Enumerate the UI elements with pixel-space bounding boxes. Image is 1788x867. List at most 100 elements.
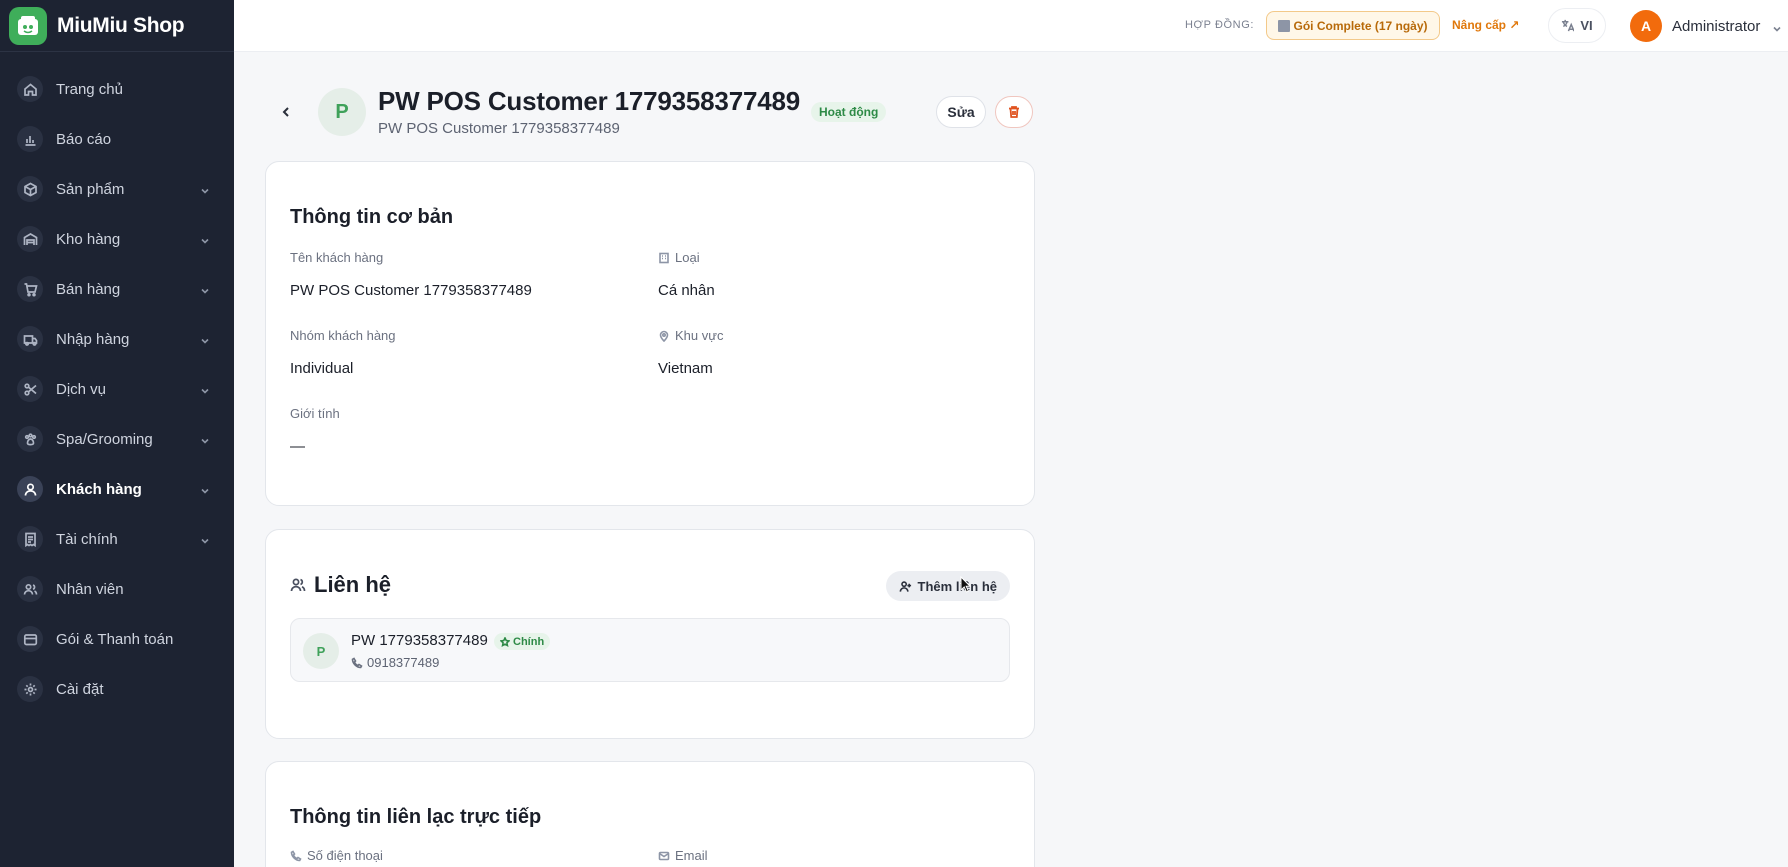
chevron-down-icon bbox=[200, 383, 210, 394]
chevron-down-icon bbox=[200, 533, 210, 544]
sidebar-item-user-group[interactable]: Nhân viên bbox=[12, 568, 222, 610]
chevron-down-icon bbox=[200, 283, 210, 294]
brand-logo-icon bbox=[9, 6, 47, 45]
back-button[interactable] bbox=[276, 100, 296, 124]
email-label: Email bbox=[658, 848, 708, 863]
chevron-down-icon bbox=[200, 433, 210, 444]
sidebar-item-label: Nhân viên bbox=[56, 580, 124, 598]
region-value: Vietnam bbox=[658, 360, 713, 377]
phone-icon bbox=[351, 656, 363, 668]
customer-type-value: Cá nhân bbox=[658, 282, 715, 299]
contacts-card: Liên hệ Thêm liên hệ P PW 1779358377489 … bbox=[265, 529, 1035, 739]
building-icon bbox=[1278, 19, 1291, 32]
list-item[interactable]: P PW 1779358377489 Chính 0918377489 bbox=[290, 618, 1010, 682]
warehouse-icon bbox=[17, 226, 43, 252]
contact-name: PW 1779358377489 bbox=[351, 632, 488, 649]
phone-label: Số điện thoại bbox=[290, 848, 383, 863]
gear-icon bbox=[17, 676, 43, 702]
avatar: A bbox=[1630, 10, 1662, 42]
contract-label: HỢP ĐỒNG: bbox=[1185, 19, 1255, 31]
receipt-icon bbox=[17, 526, 43, 552]
plan-badge[interactable]: Gói Complete (17 ngày) bbox=[1266, 11, 1440, 40]
topbar: HỢP ĐỒNG: Gói Complete (17 ngày) Nâng cấ… bbox=[234, 0, 1788, 52]
gender-value: — bbox=[290, 438, 305, 455]
users-icon bbox=[290, 578, 306, 592]
chevron-down-icon bbox=[200, 183, 210, 194]
sidebar-item-truck[interactable]: Nhập hàng bbox=[12, 318, 222, 360]
chevron-down-icon bbox=[200, 333, 210, 344]
users-icon bbox=[17, 476, 43, 502]
language-button[interactable]: VI bbox=[1548, 8, 1606, 43]
region-label: Khu vực bbox=[658, 328, 723, 343]
brand-name: MiuMiu Shop bbox=[57, 13, 185, 37]
add-contact-button[interactable]: Thêm liên hệ bbox=[885, 571, 1010, 601]
sidebar-item-label: Sản phẩm bbox=[56, 180, 125, 198]
basic-info-title: Thông tin cơ bản bbox=[290, 206, 454, 228]
customer-type-label: Loại bbox=[658, 250, 700, 265]
sidebar: MiuMiu Shop Trang chủ Báo cáo Sản phẩm Kho … bbox=[0, 0, 234, 867]
sidebar-item-receipt[interactable]: Tài chính bbox=[12, 518, 222, 560]
sidebar-item-label: Bán hàng bbox=[56, 280, 121, 298]
bar-chart-icon bbox=[17, 126, 43, 152]
customer-name-value: PW POS Customer 1779358377489 bbox=[290, 282, 532, 299]
edit-button[interactable]: Sửa bbox=[936, 96, 986, 128]
direct-contact-title: Thông tin liên lạc trực tiếp bbox=[290, 806, 542, 828]
language-code: VI bbox=[1580, 18, 1593, 33]
upgrade-link[interactable]: Nâng cấp ↗ bbox=[1452, 18, 1519, 32]
sidebar-item-gear[interactable]: Cài đặt bbox=[12, 668, 222, 710]
building-icon bbox=[659, 252, 669, 263]
mail-icon bbox=[658, 851, 670, 860]
contacts-header: Liên hệ bbox=[290, 572, 391, 598]
basic-info-card: Thông tin cơ bản Tên khách hàng PW POS C… bbox=[265, 161, 1035, 506]
sidebar-item-label: Cài đặt bbox=[56, 680, 104, 698]
phone-icon bbox=[290, 849, 302, 861]
trash-icon bbox=[1009, 106, 1019, 118]
sidebar-item-label: Spa/Grooming bbox=[56, 430, 153, 448]
truck-icon bbox=[17, 326, 43, 352]
sidebar-item-label: Nhập hàng bbox=[56, 330, 130, 348]
user-group-icon bbox=[17, 576, 43, 602]
cart-icon bbox=[17, 276, 43, 302]
contact-avatar: P bbox=[303, 633, 339, 669]
wallet-icon bbox=[17, 626, 43, 652]
sidebar-item-label: Tài chính bbox=[56, 530, 118, 548]
sidebar-item-warehouse[interactable]: Kho hàng bbox=[12, 218, 222, 260]
sidebar-item-box[interactable]: Sản phẩm bbox=[12, 168, 222, 210]
sidebar-item-label: Gói & Thanh toán bbox=[56, 630, 174, 648]
sidebar-item-label: Dịch vụ bbox=[56, 380, 107, 398]
contact-phone: 0918377489 bbox=[351, 655, 439, 670]
customer-avatar: P bbox=[318, 88, 366, 136]
mouse-cursor-icon bbox=[960, 576, 972, 593]
delete-button[interactable] bbox=[995, 96, 1033, 128]
sidebar-item-cart[interactable]: Bán hàng bbox=[12, 268, 222, 310]
user-menu[interactable]: A Administrator bbox=[1630, 9, 1782, 43]
direct-contact-card: Thông tin liên lạc trực tiếp Số điện tho… bbox=[265, 761, 1035, 867]
sidebar-item-label: Khách hàng bbox=[56, 480, 142, 498]
page-subtitle: PW POS Customer 1779358377489 bbox=[378, 120, 620, 137]
sidebar-item-users[interactable]: Khách hàng bbox=[12, 468, 222, 510]
paw-icon bbox=[17, 426, 43, 452]
user-name: Administrator bbox=[1672, 17, 1761, 35]
scissors-icon bbox=[17, 376, 43, 402]
box-icon bbox=[17, 176, 43, 202]
user-plus-icon bbox=[899, 580, 911, 592]
sidebar-item-home[interactable]: Trang chủ bbox=[12, 68, 222, 110]
sidebar-nav: Trang chủ Báo cáo Sản phẩm Kho hàng Bán hàng… bbox=[0, 52, 234, 710]
add-contact-label: Thêm liên hệ bbox=[917, 578, 997, 594]
map-pin-icon bbox=[659, 330, 669, 342]
sidebar-item-label: Báo cáo bbox=[56, 130, 112, 148]
chevron-down-icon bbox=[200, 483, 210, 494]
sidebar-item-bar-chart[interactable]: Báo cáo bbox=[12, 118, 222, 160]
home-icon bbox=[17, 76, 43, 102]
primary-badge: Chính bbox=[494, 633, 551, 650]
chevron-down-icon bbox=[1772, 21, 1782, 32]
sidebar-item-label: Trang chủ bbox=[56, 80, 123, 98]
translate-icon bbox=[1562, 19, 1575, 32]
sidebar-item-paw[interactable]: Spa/Grooming bbox=[12, 418, 222, 460]
sidebar-item-wallet[interactable]: Gói & Thanh toán bbox=[12, 618, 222, 660]
sidebar-item-scissors[interactable]: Dịch vụ bbox=[12, 368, 222, 410]
contacts-title: Liên hệ bbox=[314, 572, 392, 597]
customer-group-label: Nhóm khách hàng bbox=[290, 328, 396, 343]
sidebar-item-label: Kho hàng bbox=[56, 230, 121, 248]
brand[interactable]: MiuMiu Shop bbox=[0, 0, 234, 52]
